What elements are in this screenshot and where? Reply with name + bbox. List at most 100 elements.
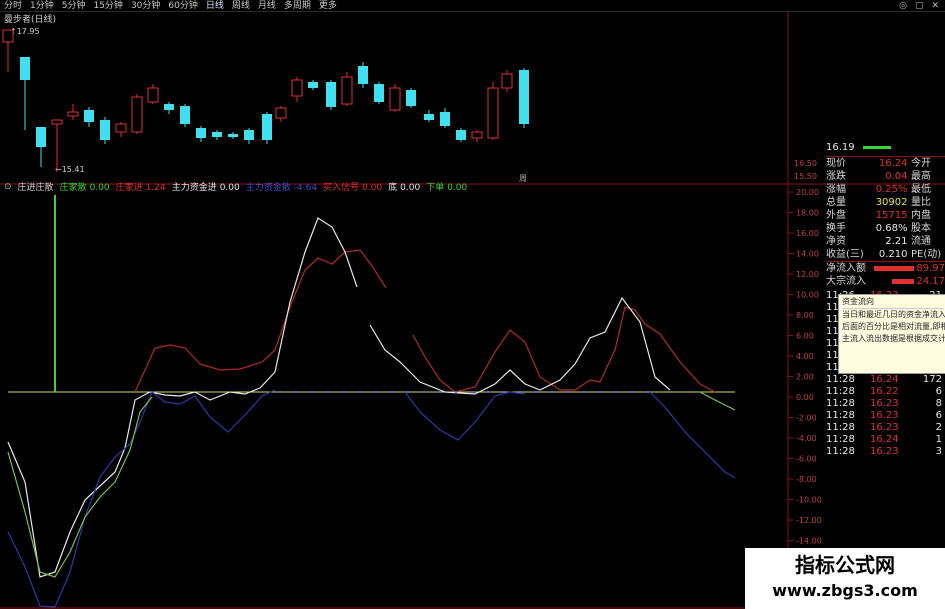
tick-price: 16.23 [870, 446, 899, 457]
indicator-axis-label: 18.00 [796, 209, 819, 218]
quote-label-2: 最高 [911, 171, 931, 182]
period-tab-6[interactable]: 日线 [206, 0, 224, 12]
quote-label: 收益(三) [826, 249, 864, 260]
tick-time: 11:28 [826, 410, 855, 421]
indicator-axis-label: -6.00 [796, 455, 817, 464]
white-line-2 [369, 296, 671, 395]
period-tab-8[interactable]: 月线 [258, 0, 276, 12]
indicator-legend-item: 主力资金散 -4.64 [246, 180, 317, 193]
quote-label: 换手 [826, 223, 846, 234]
quote-value: 2.21 [885, 236, 908, 247]
period-tab-5[interactable]: 60分钟 [168, 0, 197, 12]
close-icon[interactable]: ✕ [931, 1, 939, 11]
baseline-marker [326, 390, 330, 394]
indicator-axis-label: 16.00 [796, 229, 819, 238]
baseline-marker [486, 390, 490, 394]
indicator-axis: 20.00 18.00 16.00 14.00 12.00 10.00 8.00 6.00 4.… [788, 188, 822, 587]
candle-21 [341, 72, 353, 106]
candle-18 [291, 77, 303, 102]
baseline-marker [422, 390, 426, 394]
header-volume-bar [862, 145, 891, 149]
blue-line-2 [404, 391, 526, 441]
quote-label-2: 内盘 [911, 210, 931, 221]
flow-row: 大宗流入 24.17 [826, 275, 945, 288]
baseline-marker [550, 390, 554, 394]
candle-19 [308, 80, 318, 90]
candle-30 [487, 82, 499, 140]
baseline-marker [374, 390, 378, 394]
candle-5 [84, 107, 94, 127]
indicator-legend: ⊙ 庄进庄散 庄家散 0.00 庄家进 1.24 主力资金进 0.00 主力资金散 -4.64… [4, 180, 467, 194]
restore-icon[interactable]: ▢ [915, 1, 924, 11]
baseline-marker [518, 390, 522, 394]
quote-value: 16.24 [878, 158, 908, 169]
quote-label: 总量 [826, 197, 846, 208]
quote-header: 16.19 [826, 140, 945, 154]
quote-label: 净资 [826, 236, 846, 247]
quote-row: 外盘 15715 内盘 [826, 209, 945, 222]
chart-canvas: 曼步者(日线) ↑17.95 ←15.41 16.50 15.50 周 20.0… [0, 12, 945, 609]
period-tab-7[interactable]: 周线 [232, 0, 250, 12]
indicator-axis-label: 0.00 [796, 393, 814, 402]
tooltip-line: 当日和最近几日的资金净流入 [842, 310, 945, 319]
flow-value: 89.97 [916, 263, 945, 274]
quote-value: 30902 [875, 197, 908, 208]
indicator-axis-label: 8.00 [796, 311, 814, 320]
quote-label: 现价 [826, 158, 846, 169]
period-marker: 周 [519, 174, 527, 183]
indicator-axis-label: 14.00 [796, 250, 819, 259]
pin-icon[interactable]: ◎ [899, 1, 907, 11]
candle-4 [67, 104, 79, 120]
period-tab-4[interactable]: 30分钟 [131, 0, 160, 12]
indicator-legend-item: 主力资金进 0.00 [172, 180, 240, 193]
indicator-axis-label: 4.00 [796, 352, 814, 361]
candle-22 [358, 62, 368, 88]
indicator-legend-item: 底 0.00 [388, 180, 420, 193]
candle-10 [164, 102, 174, 114]
candle-2 [36, 127, 46, 167]
quote-row: 净资 2.21 流通 [826, 235, 945, 248]
quote-label-2: 今开 [911, 158, 931, 169]
indicator-collapse-icon[interactable]: ⊙ [4, 182, 12, 192]
period-tab-0[interactable]: 分时 [4, 0, 22, 12]
indicator-title[interactable]: 庄进庄散 [18, 180, 54, 193]
indicator-axis-label: 12.00 [796, 270, 819, 279]
baseline-marker [390, 390, 394, 394]
tick-row: 11:28 16.23 8 [826, 398, 945, 410]
legend-value: 0.00 [362, 183, 383, 193]
high-price-marker: ↑17.95 [10, 27, 40, 36]
candle-9 [147, 84, 159, 104]
period-tab-10[interactable]: 更多 [319, 0, 337, 12]
tick-time: 11:28 [826, 434, 855, 445]
period-tab-1[interactable]: 1分钟 [30, 0, 54, 12]
quote-row: 换手 0.68% 股本 [826, 222, 945, 235]
baseline-marker [582, 390, 586, 394]
quote-value: 0.210 [878, 249, 908, 260]
period-tab-3[interactable]: 15分钟 [93, 0, 122, 12]
quote-row: 涨幅 0.25% 最低 [826, 183, 945, 196]
tick-row: 11:28 16.23 6 [826, 410, 945, 422]
flow-bar [892, 279, 915, 284]
legend-label: 主力资金散 [245, 183, 291, 193]
baseline-marker [358, 390, 362, 394]
candle-13 [212, 130, 222, 140]
tick-volume: 8 [935, 398, 942, 409]
indicator-lines [7, 195, 736, 608]
tick-row: 11:28 16.24 1 [826, 434, 945, 446]
tick-volume: 172 [922, 374, 942, 385]
candle-1 [20, 57, 30, 130]
indicator-axis-label: 2.00 [796, 373, 814, 382]
candle-25 [406, 88, 416, 108]
tick-price: 16.23 [870, 410, 899, 421]
indicator-legend-item: 买入信号 0.00 [323, 180, 382, 193]
quote-value: 0.68% [875, 223, 908, 234]
baseline-marker [598, 390, 602, 394]
watermark-url: www.zbgs3.com [772, 581, 918, 600]
flow-label: 净流入额 [826, 263, 866, 274]
period-tab-9[interactable]: 多周期 [284, 0, 311, 12]
period-tab-2[interactable]: 5分钟 [62, 0, 86, 12]
candle-32 [519, 68, 529, 128]
tick-price: 16.24 [870, 374, 899, 385]
price-panel: 曼步者(日线) ↑17.95 ←15.41 16.50 15.50 周 [0, 12, 945, 185]
tick-price: 16.24 [870, 434, 899, 445]
